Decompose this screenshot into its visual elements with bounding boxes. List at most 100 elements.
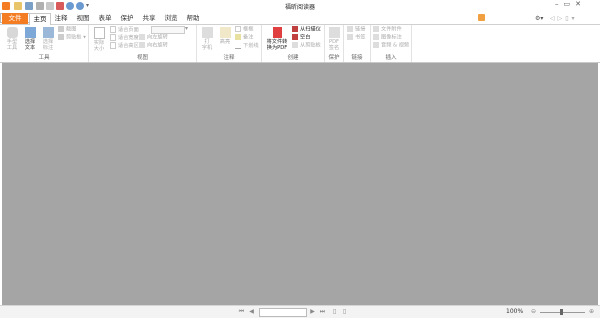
- tab-home[interactable]: 主页: [29, 13, 51, 25]
- undo-icon[interactable]: [66, 2, 74, 10]
- blank-button[interactable]: 空白: [292, 34, 310, 41]
- highlight-button[interactable]: 高亮: [217, 27, 233, 45]
- fit-visible-icon: [110, 42, 116, 49]
- prev-page-icon[interactable]: ◀: [248, 308, 255, 315]
- last-page-icon[interactable]: ⏭: [319, 308, 326, 315]
- select-annotation-label: 选择 标注: [42, 39, 54, 51]
- note-button[interactable]: 备注: [235, 34, 253, 41]
- convert-to-pdf-button[interactable]: 将文件转 换为PDF: [264, 27, 290, 51]
- rotate-left-button[interactable]: 向左旋转: [139, 34, 168, 41]
- rotate-right-label: 向右旋转: [147, 42, 168, 49]
- typewriter-icon: [201, 27, 213, 38]
- group-tools-label: 工具: [38, 55, 50, 61]
- group-view: 实际 大小 适合页面 适合宽度 适合高区 ▾ 向左旋转 向右旋转 视图: [89, 25, 197, 62]
- next-page-icon[interactable]: ▶: [309, 308, 316, 315]
- single-page-icon[interactable]: ▯: [331, 308, 338, 315]
- pdf-icon[interactable]: [56, 2, 64, 10]
- zoom-out-icon[interactable]: ⊖: [530, 308, 537, 315]
- tab-view[interactable]: 视图: [73, 13, 93, 24]
- pdf-sign-button[interactable]: PDF 签名: [326, 27, 342, 51]
- audio-video-button[interactable]: 音频 & 视频: [373, 42, 409, 49]
- link-button[interactable]: 链接: [347, 26, 365, 33]
- ribbon-tab-bar: 文件 主页 注释 视图 表单 保护 共享 浏览 帮助 查找 ⚙▾ ◁▷▯▾: [0, 13, 600, 25]
- tab-form[interactable]: 表单: [95, 13, 115, 24]
- select-annotation-button[interactable]: 选择 标注: [39, 27, 57, 51]
- sign-icon: [328, 27, 340, 38]
- customize-qat-icon[interactable]: ▾: [86, 2, 89, 9]
- tab-protect[interactable]: 保护: [117, 13, 137, 24]
- typewriter-button[interactable]: 打 字机: [199, 27, 215, 51]
- clipboard-label: 剪贴板: [66, 34, 82, 41]
- window-controls[interactable]: –▭✕: [555, 0, 599, 10]
- rotate-right-button[interactable]: 向右旋转: [139, 42, 168, 49]
- zoom-in-icon[interactable]: ⊕: [588, 308, 595, 315]
- zoom-select[interactable]: [151, 26, 185, 34]
- ribbon: 手型 工具 选择 文本 选择 标注 截图 剪贴板 ▾ 工具 实际 大小 适合页面…: [0, 25, 600, 63]
- fit-width-icon: [110, 34, 116, 41]
- page-icon: [93, 27, 105, 39]
- textbox-button[interactable]: 框框: [235, 26, 253, 33]
- pdf-sign-label: PDF 签名: [328, 39, 340, 51]
- email-icon[interactable]: [46, 2, 54, 10]
- app-logo-icon: [2, 2, 10, 10]
- fit-page-button[interactable]: 适合页面: [110, 26, 139, 33]
- zoom-slider-handle[interactable]: [560, 309, 563, 315]
- fit-page-label: 适合页面: [118, 27, 139, 33]
- group-insert: 文件附件 图像标注 音频 & 视频 插入: [371, 25, 412, 62]
- status-bar: ⏮ ◀ ▶ ⏭ ▯ ▯ 100% ⊖ ⊕: [0, 305, 600, 318]
- hand-tool-button[interactable]: 手型 工具: [3, 27, 21, 51]
- search-options-icon[interactable]: ⚙▾: [535, 15, 543, 22]
- open-icon[interactable]: [14, 2, 22, 10]
- actual-size-button[interactable]: 实际 大小: [91, 27, 107, 52]
- screenshot-label: 截图: [66, 26, 77, 33]
- image-annotation-label: 图像标注: [381, 34, 402, 41]
- clipboard-icon: [58, 34, 64, 40]
- blank-label: 空白: [300, 34, 311, 41]
- attachment-icon: [373, 26, 379, 32]
- tab-help[interactable]: 帮助: [183, 13, 203, 24]
- paste-icon: [292, 42, 298, 48]
- clipboard-button[interactable]: 剪贴板 ▾: [58, 34, 86, 41]
- redo-icon[interactable]: [76, 2, 84, 10]
- window-title: 福昕阅读器: [284, 4, 315, 11]
- tab-comment[interactable]: 注释: [51, 13, 71, 24]
- fit-visible-button[interactable]: 适合高区: [110, 42, 139, 49]
- zoom-dropdown-icon[interactable]: ▾: [185, 25, 188, 32]
- select-annotation-icon: [42, 27, 54, 38]
- file-attachment-label: 文件附件: [381, 26, 402, 33]
- document-workspace[interactable]: [2, 63, 598, 305]
- underline-button[interactable]: 下划线: [235, 42, 259, 49]
- select-text-button[interactable]: 选择 文本: [21, 27, 39, 51]
- fit-width-button[interactable]: 适合宽度: [110, 34, 139, 41]
- tab-file[interactable]: 文件: [2, 13, 28, 24]
- find-icon[interactable]: [478, 14, 485, 21]
- file-attachment-button[interactable]: 文件附件: [373, 26, 402, 33]
- save-icon[interactable]: [25, 2, 33, 10]
- from-clipboard-button[interactable]: 从剪贴板: [292, 42, 321, 49]
- from-clipboard-label: 从剪贴板: [300, 42, 321, 49]
- search-nav-icons[interactable]: ◁▷▯▾: [550, 15, 578, 22]
- tab-share[interactable]: 共享: [139, 13, 159, 24]
- tab-browse[interactable]: 浏览: [161, 13, 181, 24]
- group-view-label: 视图: [136, 55, 148, 61]
- two-page-icon[interactable]: ▯: [341, 308, 348, 315]
- bookmark-icon: [347, 34, 353, 40]
- title-bar: ▾ 福昕阅读器 –▭✕: [0, 0, 600, 13]
- first-page-icon[interactable]: ⏮: [238, 308, 245, 315]
- typewriter-label: 打 字机: [201, 39, 213, 51]
- image-annotation-button[interactable]: 图像标注: [373, 34, 402, 41]
- textbox-label: 框框: [243, 26, 254, 33]
- screenshot-button[interactable]: 截图: [58, 26, 76, 33]
- hand-tool-label: 手型 工具: [6, 39, 18, 51]
- group-create: 将文件转 换为PDF 从扫描仪 空白 从剪贴板 创建: [262, 25, 325, 62]
- print-icon[interactable]: [36, 2, 44, 10]
- bookmark-button[interactable]: 书签: [347, 34, 365, 41]
- page-number-input[interactable]: [259, 308, 307, 317]
- note-label: 备注: [243, 34, 254, 41]
- group-protect-label: 保护: [328, 55, 340, 61]
- rotate-left-label: 向左旋转: [147, 34, 168, 41]
- rotate-right-icon: [139, 42, 145, 48]
- underline-label: 下划线: [243, 43, 259, 49]
- group-link: 链接 书签 链接: [344, 25, 371, 62]
- from-scanner-button[interactable]: 从扫描仪: [292, 26, 321, 33]
